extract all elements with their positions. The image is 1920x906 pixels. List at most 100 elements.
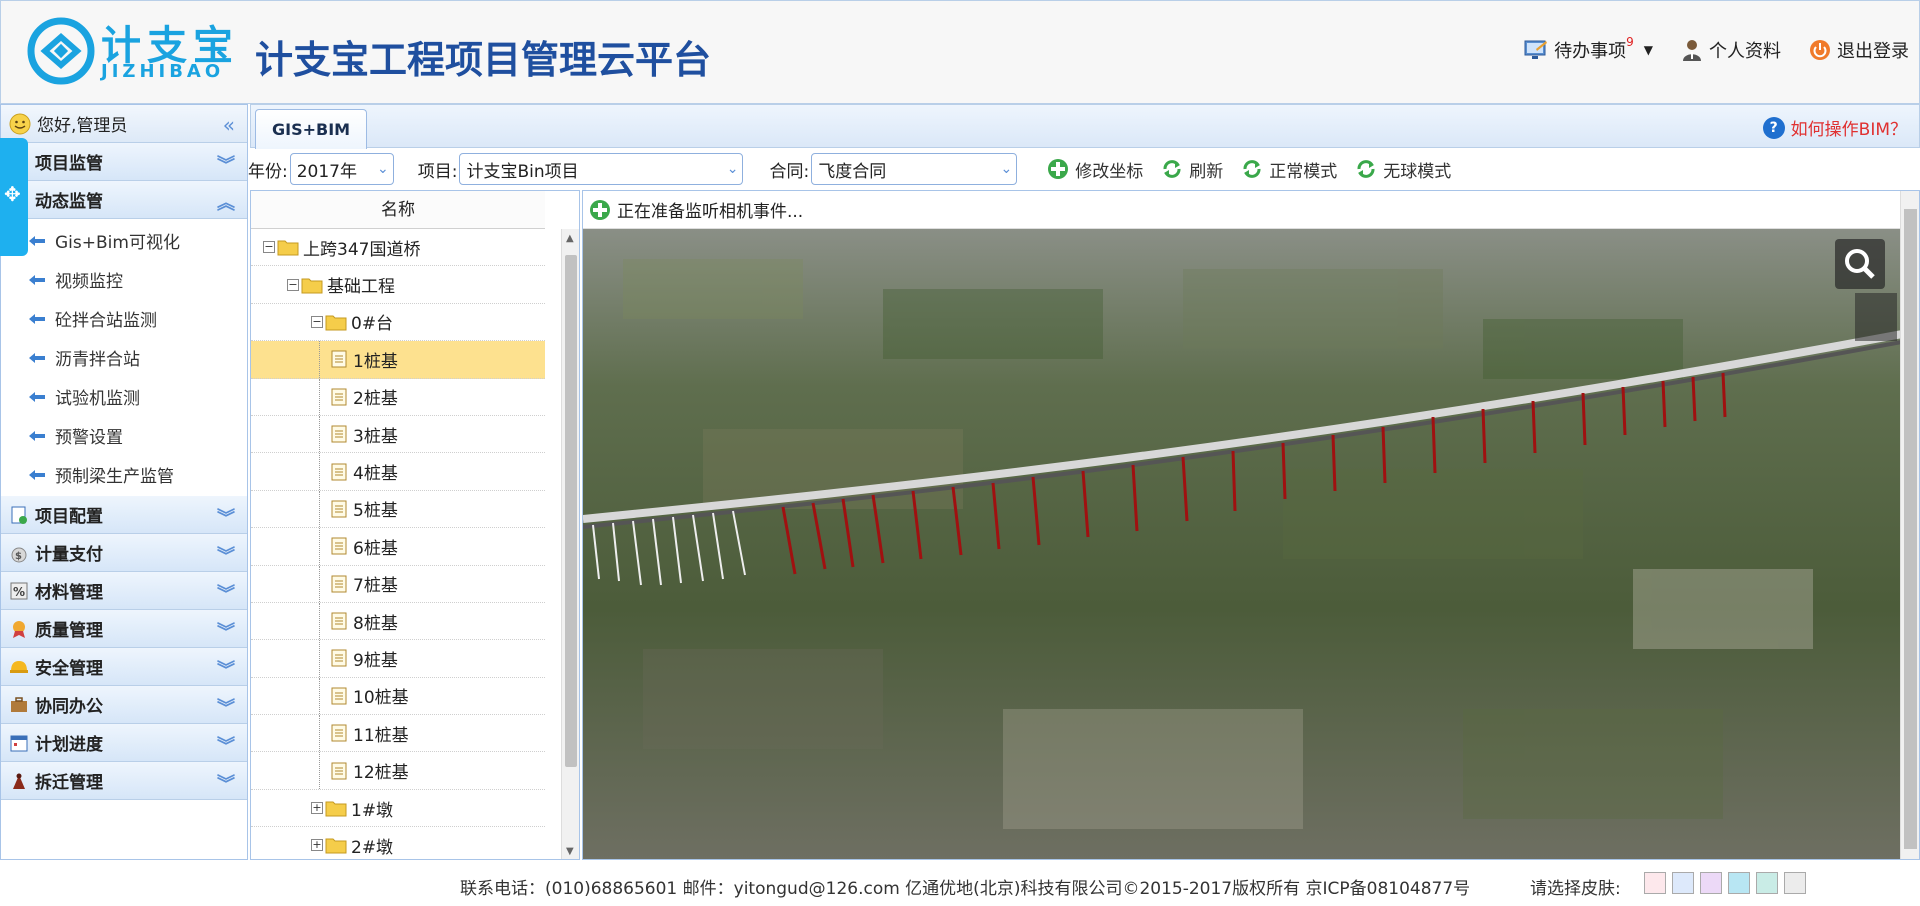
- tree-node-selected[interactable]: 1桩基: [251, 341, 545, 379]
- chevron-up-icon: ︽: [217, 193, 235, 214]
- tree-node-label: 2#墩: [351, 837, 394, 858]
- menu-group-label: 材料管理: [35, 583, 103, 603]
- skin-label: 请选择皮肤:: [1530, 879, 1621, 899]
- document-icon: [331, 687, 347, 705]
- tree-node-label: 8桩基: [353, 613, 398, 634]
- skin-swatch-teal[interactable]: [1756, 872, 1778, 894]
- tree-scrollbar[interactable]: ▲ ▼: [561, 229, 579, 859]
- todo-label: 待办事项: [1554, 41, 1627, 62]
- menu-group-dynamic-supervision[interactable]: 动态监管 ︽: [1, 181, 247, 219]
- year-select[interactable]: 2017年 ⌄: [289, 153, 394, 185]
- tree-node[interactable]: − 上跨347国道桥: [251, 229, 545, 267]
- submenu-item-asphalt-station[interactable]: 沥青拌合站: [1, 338, 247, 377]
- menu-group-quality[interactable]: 质量管理 ︾: [1, 610, 247, 648]
- todo-button[interactable]: 待办事项 9 ▼: [1524, 35, 1653, 63]
- collapse-toggle-icon[interactable]: −: [263, 241, 275, 254]
- tree-node[interactable]: 10桩基: [251, 677, 545, 716]
- submenu-item-precast-beam[interactable]: 预制梁生产监管: [1, 455, 247, 494]
- menu-group-schedule[interactable]: 计划进度 ︾: [1, 724, 247, 762]
- edit-coords-button[interactable]: 修改坐标: [1047, 157, 1143, 182]
- submenu-item-warning-settings[interactable]: 预警设置: [1, 416, 247, 455]
- tree-node[interactable]: 7桩基: [251, 565, 545, 603]
- chevron-down-icon: ⌄: [377, 161, 389, 177]
- logo-icon: [27, 17, 95, 85]
- tree-node-label: 3桩基: [353, 426, 398, 447]
- skin-swatch-gray[interactable]: [1784, 872, 1806, 894]
- tree-connector: [319, 715, 331, 752]
- menu-group-demolition[interactable]: 拆迁管理 ︾: [1, 762, 247, 800]
- profile-button[interactable]: 个人资料: [1681, 37, 1781, 63]
- collapse-sidebar-icon[interactable]: «: [223, 113, 235, 137]
- tree-node[interactable]: + 2#墩: [251, 827, 545, 859]
- map-scrollbar[interactable]: [1900, 191, 1919, 859]
- expand-toggle-icon[interactable]: +: [311, 839, 323, 852]
- floating-side-tab[interactable]: ✥: [0, 138, 28, 256]
- tree-node[interactable]: − 0#台: [251, 304, 545, 342]
- tree-node-label: 基础工程: [327, 277, 395, 298]
- skin-swatch-blue[interactable]: [1672, 872, 1694, 894]
- skin-swatch-pink[interactable]: [1644, 872, 1666, 894]
- tab-bar: GIS+BIM ? 如何操作BIM？: [250, 104, 1920, 149]
- menu-group-safety[interactable]: 安全管理 ︾: [1, 648, 247, 686]
- project-select[interactable]: 计支宝Bin项目 ⌄: [459, 153, 744, 185]
- menu-group-label: 动态监管: [35, 192, 103, 212]
- tree-node[interactable]: 12桩基: [251, 752, 545, 790]
- map-nav-control[interactable]: [1855, 293, 1897, 341]
- logout-button[interactable]: 退出登录: [1809, 37, 1909, 63]
- tree-node[interactable]: 3桩基: [251, 415, 545, 454]
- tree-node[interactable]: − 基础工程: [251, 266, 545, 304]
- tree-node[interactable]: 11桩基: [251, 715, 545, 753]
- map-search-button[interactable]: [1835, 239, 1885, 289]
- menu-group-project-supervision[interactable]: 项目监管 ︾: [1, 143, 247, 181]
- 3d-map-viewport[interactable]: [583, 229, 1902, 860]
- project-label: 项目:: [417, 161, 458, 182]
- collapse-toggle-icon[interactable]: −: [311, 315, 323, 328]
- chevron-down-icon: ︾: [217, 508, 235, 529]
- submenu-item-test-machine[interactable]: 试验机监测: [1, 377, 247, 416]
- chevron-down-icon: ︾: [217, 155, 235, 176]
- help-bim-link[interactable]: ? 如何操作BIM？: [1762, 115, 1907, 140]
- tree-node[interactable]: 4桩基: [251, 453, 545, 491]
- menu-group-materials[interactable]: % 材料管理 ︾: [1, 572, 247, 610]
- skin-swatch-cyan[interactable]: [1728, 872, 1750, 894]
- menu-group-collaboration[interactable]: 协同办公 ︾: [1, 686, 247, 724]
- menu-group-project-config[interactable]: 项目配置 ︾: [1, 496, 247, 534]
- scroll-up-icon[interactable]: ▲: [566, 233, 574, 244]
- tree-node-label: 上跨347国道桥: [303, 239, 421, 260]
- chevron-down-icon: ⌄: [1000, 161, 1013, 177]
- demolition-icon: [13, 773, 25, 789]
- tree-node[interactable]: 9桩基: [251, 640, 545, 678]
- link-icon: [29, 274, 45, 285]
- collapse-toggle-icon[interactable]: −: [287, 278, 299, 291]
- submenu-item-concrete-station[interactable]: 砼拌合站监测: [1, 299, 247, 338]
- submenu-item-gis-bim[interactable]: Gis+Bim可视化: [1, 221, 247, 260]
- tree-node[interactable]: + 1#墩: [251, 790, 545, 828]
- tree-node[interactable]: 2桩基: [251, 378, 545, 416]
- tree-node[interactable]: 5桩基: [251, 490, 545, 529]
- submenu-item-label: 试验机监测: [55, 389, 140, 409]
- tree-node[interactable]: 6桩基: [251, 528, 545, 566]
- tree-connector: [319, 565, 331, 602]
- menu-group-payment[interactable]: $ 计量支付 ︾: [1, 534, 247, 572]
- folder-icon: [325, 838, 347, 854]
- skin-swatch-purple[interactable]: [1700, 872, 1722, 894]
- refresh-button[interactable]: 刷新: [1161, 157, 1223, 182]
- footer-contact: 联系电话：(010)68865601 邮件：yitongud@126.com 亿…: [460, 879, 1471, 899]
- no-globe-mode-button[interactable]: 无球模式: [1355, 157, 1451, 182]
- tree-node[interactable]: 8桩基: [251, 602, 545, 641]
- contract-select[interactable]: 飞度合同 ⌄: [811, 153, 1018, 185]
- hardhat-icon: [10, 660, 28, 673]
- tree-node-label: 12桩基: [353, 763, 409, 784]
- map-status-text: 正在准备监听相机事件...: [617, 202, 804, 222]
- scrollbar-thumb[interactable]: [1904, 209, 1917, 849]
- chevron-down-icon[interactable]: ▼: [1644, 43, 1653, 57]
- scrollbar-thumb[interactable]: [565, 255, 577, 767]
- tab-gis-bim[interactable]: GIS+BIM: [255, 109, 368, 149]
- normal-mode-label: 正常模式: [1269, 161, 1338, 182]
- chevron-down-icon: ︾: [217, 546, 235, 567]
- link-icon: [29, 391, 45, 402]
- expand-toggle-icon[interactable]: +: [311, 802, 323, 815]
- scroll-down-icon[interactable]: ▼: [566, 846, 574, 857]
- submenu-item-video[interactable]: 视频监控: [1, 260, 247, 299]
- normal-mode-button[interactable]: 正常模式: [1241, 157, 1337, 182]
